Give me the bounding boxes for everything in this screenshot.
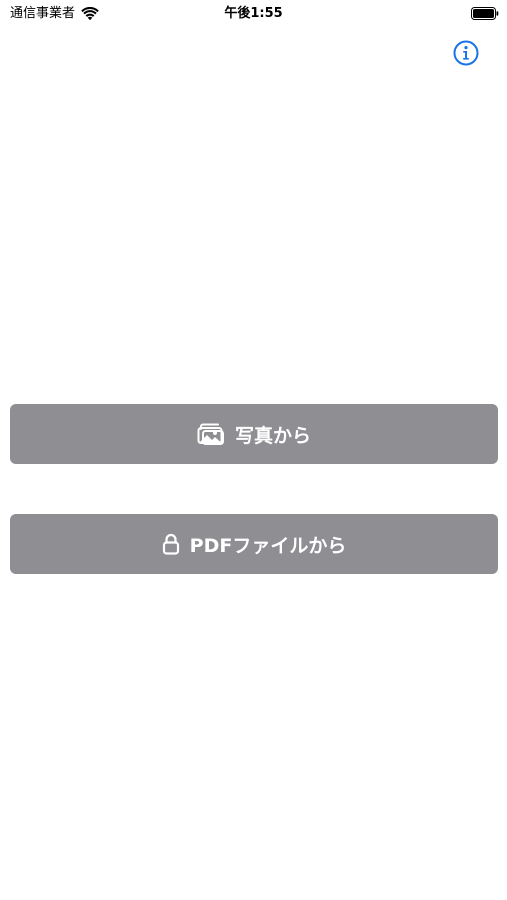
from-photos-button[interactable]: 写真から (10, 404, 498, 464)
battery-icon (471, 7, 499, 20)
from-photos-label: 写真から (234, 424, 311, 447)
lock-icon (162, 533, 180, 555)
photos-icon (197, 423, 225, 445)
status-bar: 通信事業者 午後1:55 (0, 0, 507, 28)
info-icon (453, 40, 479, 66)
info-button[interactable] (453, 40, 479, 66)
from-pdf-button[interactable]: PDFファイルから (10, 514, 498, 574)
from-pdf-label: PDFファイルから (189, 534, 347, 557)
status-time: 午後1:55 (224, 6, 283, 21)
